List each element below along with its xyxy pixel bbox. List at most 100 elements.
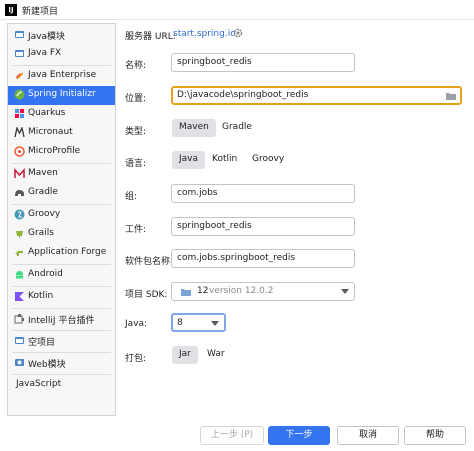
sidebar-item-microprofile[interactable]: MicroProfile xyxy=(8,143,115,162)
sidebar-item-label: Application Forge xyxy=(28,247,107,257)
artifact-input[interactable]: springboot_redis xyxy=(171,217,355,236)
micronaut-icon xyxy=(14,127,25,138)
plugin-icon xyxy=(14,314,24,324)
sidebar-divider xyxy=(12,330,111,331)
sidebar-item-application-forge[interactable]: Application Forge xyxy=(8,244,115,263)
sidebar-item-label: Groovy xyxy=(28,209,61,219)
language-label: 语言: xyxy=(125,159,147,169)
java-enterprise-icon xyxy=(16,72,23,79)
packaging-option-war[interactable]: War xyxy=(200,346,232,364)
name-input[interactable]: springboot_redis xyxy=(171,53,355,72)
location-label: 位置: xyxy=(125,94,147,104)
quarkus-icon xyxy=(15,109,24,118)
sidebar-item-label: Java模块 xyxy=(28,32,66,42)
sidebar-item-label: Android xyxy=(28,269,63,279)
sidebar-item-grails[interactable]: Grails xyxy=(8,225,115,244)
android-icon xyxy=(16,271,23,279)
sdk-version: version 12.0.2 xyxy=(209,286,274,296)
packaging-label: 打包: xyxy=(125,354,147,364)
packaging-option-jar[interactable]: Jar xyxy=(172,346,198,364)
project-sdk-dropdown[interactable]: 12 version 12.0.2 xyxy=(171,282,355,301)
language-option-java[interactable]: Java xyxy=(172,151,206,169)
web-icon xyxy=(15,359,24,366)
sidebar-divider xyxy=(12,65,111,66)
title-bar: IJ 新建项目 xyxy=(0,0,474,20)
gradle-icon xyxy=(15,190,24,196)
folder-icon[interactable] xyxy=(445,91,457,101)
sidebar-item-web-module[interactable]: Web模块 xyxy=(8,354,115,373)
sidebar-item-android[interactable]: Android xyxy=(8,266,115,285)
type-label: 类型: xyxy=(125,127,147,137)
location-value: D:\javacode\springboot_redis xyxy=(177,90,309,100)
intellij-app-icon: IJ xyxy=(5,4,17,16)
previous-button[interactable]: 上一步 (P) xyxy=(200,426,264,445)
sidebar-divider xyxy=(12,352,111,353)
java-version-dropdown[interactable]: 8 xyxy=(171,313,226,332)
package-name-label: 软件包名称: xyxy=(125,257,174,267)
sidebar-item-maven[interactable]: Maven xyxy=(8,165,115,184)
chevron-down-icon xyxy=(341,289,349,294)
sidebar-item-label: 空项目 xyxy=(28,338,56,348)
sidebar-item-label: Web模块 xyxy=(28,360,66,370)
sidebar-item-quarkus[interactable]: Quarkus xyxy=(8,105,115,124)
help-button[interactable]: 帮助 xyxy=(404,426,466,445)
module-icon xyxy=(15,337,24,344)
grails-icon xyxy=(16,231,23,238)
folder-icon xyxy=(181,289,191,296)
server-url-label: 服务器 URL: xyxy=(125,32,176,42)
project-sdk-label: 项目 SDK: xyxy=(125,290,168,300)
sidebar-divider xyxy=(12,163,111,164)
sdk-name: 12 xyxy=(197,286,209,296)
sidebar-item-gradle[interactable]: Gradle xyxy=(8,184,115,203)
cancel-button[interactable]: 取消 xyxy=(337,426,399,445)
sidebar-item-spring-initializr[interactable]: Spring Initializr xyxy=(8,86,115,105)
sidebar-item-label: MicroProfile xyxy=(28,146,81,156)
type-option-gradle[interactable]: Gradle xyxy=(215,119,259,137)
sidebar-item-label: Gradle xyxy=(28,187,58,197)
sidebar-item-label: Maven xyxy=(28,168,58,178)
type-option-maven[interactable]: Maven xyxy=(172,119,216,137)
application-forge-icon xyxy=(15,251,23,256)
server-url-link[interactable]: start.spring.io xyxy=(173,29,236,39)
sidebar-item-label: Micronaut xyxy=(28,127,73,137)
sidebar-item-label: IntelliJ 平台插件 xyxy=(28,316,95,326)
group-input[interactable]: com.jobs xyxy=(171,184,355,203)
language-option-groovy[interactable]: Groovy xyxy=(245,151,291,169)
project-type-sidebar: Java模块 Java FX Java Enterprise Spring In… xyxy=(7,23,116,416)
sidebar-item-intellij-plugin[interactable]: IntelliJ 平台插件 xyxy=(8,310,115,329)
sidebar-item-java-module[interactable]: Java模块 xyxy=(8,26,115,45)
groovy-icon xyxy=(14,209,25,220)
sidebar-item-javascript[interactable]: JavaScript xyxy=(8,376,115,395)
artifact-label: 工件: xyxy=(125,225,147,235)
sidebar-item-empty-project[interactable]: 空项目 xyxy=(8,332,115,351)
sidebar-item-label: Quarkus xyxy=(28,108,66,118)
chevron-down-icon xyxy=(211,321,219,326)
next-button[interactable]: 下一步 xyxy=(268,426,330,445)
microprofile-icon xyxy=(14,146,25,157)
sidebar-divider xyxy=(12,308,111,309)
sidebar-item-label: Java Enterprise xyxy=(28,70,97,80)
package-name-input[interactable]: com.jobs.springboot_redis xyxy=(171,249,355,268)
sidebar-item-kotlin[interactable]: Kotlin xyxy=(8,288,115,307)
maven-icon xyxy=(14,168,25,178)
sidebar-item-label: Java FX xyxy=(28,48,62,58)
module-icon xyxy=(15,50,24,57)
sidebar-divider xyxy=(12,264,111,265)
module-icon xyxy=(15,31,24,38)
sidebar-divider xyxy=(12,374,111,375)
sidebar-item-java-enterprise[interactable]: Java Enterprise xyxy=(8,67,115,86)
sidebar-item-micronaut[interactable]: Micronaut xyxy=(8,124,115,143)
sidebar-item-groovy[interactable]: Groovy xyxy=(8,206,115,225)
window-title: 新建项目 xyxy=(22,7,59,17)
sidebar-divider xyxy=(12,204,111,205)
sidebar-item-label: JavaScript xyxy=(16,379,62,389)
spring-icon xyxy=(14,89,25,100)
gear-icon[interactable] xyxy=(232,27,244,39)
language-option-kotlin[interactable]: Kotlin xyxy=(205,151,244,169)
location-input[interactable]: D:\javacode\springboot_redis xyxy=(171,86,462,105)
sidebar-item-java-fx[interactable]: Java FX xyxy=(8,45,115,64)
java-version-value: 8 xyxy=(177,318,183,328)
sidebar-divider xyxy=(12,286,111,287)
sidebar-item-label: Kotlin xyxy=(28,291,54,301)
sidebar-item-label: Grails xyxy=(28,228,54,238)
